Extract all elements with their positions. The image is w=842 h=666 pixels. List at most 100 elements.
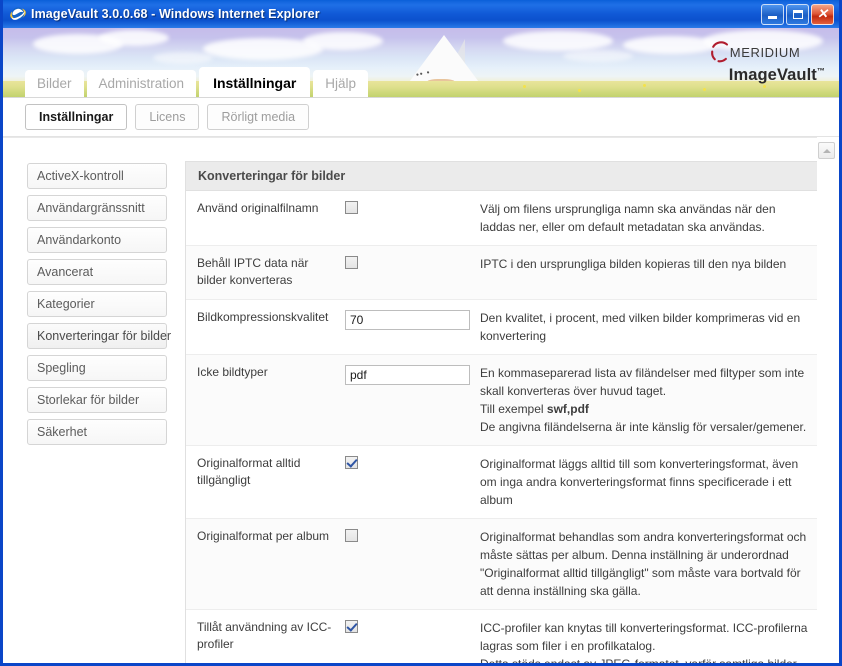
subtab-licens[interactable]: Licens — [135, 104, 200, 130]
setting-description: Den kvalitet, i procent, med vilken bild… — [476, 300, 818, 354]
subtab-rorligt-media[interactable]: Rörligt media — [207, 104, 310, 130]
setting-row: Tillåt användning av ICC-profiler ICC-pr… — [186, 609, 818, 666]
minimize-icon[interactable] — [761, 3, 784, 25]
sidebar-item-label: Användargränssnitt — [37, 201, 145, 215]
settings-content: Konverteringar för bilder Använd origina… — [175, 137, 839, 666]
setting-label: Använd originalfilnamn — [197, 201, 319, 215]
desc-line: Detta stöds endast av JPEG-formatet, var… — [480, 656, 797, 666]
main-navigation-tabs: Bilder Administration Inställningar Hjäl… — [25, 66, 369, 97]
checkbox-tillat-icc-profiler[interactable] — [345, 619, 358, 633]
tab-label: Bilder — [37, 76, 72, 92]
checkbox-behall-iptc-data[interactable] — [345, 256, 358, 269]
tab-installningar[interactable]: Inställningar — [199, 66, 311, 97]
setting-row: Behåll IPTC data när bilder konverteras … — [186, 246, 818, 300]
maximize-icon[interactable] — [786, 3, 809, 25]
setting-label: Icke bildtyper — [197, 364, 268, 379]
setting-row: Bildkompressionskvalitet Den kvalitet, i… — [186, 299, 818, 355]
sidebar-item-label: Kategorier — [37, 297, 95, 311]
title-bar: ImageVault 3.0.0.68 - Windows Internet E… — [3, 0, 839, 28]
close-icon[interactable]: ✕ — [811, 3, 834, 25]
setting-control — [341, 610, 476, 663]
content-top-divider — [3, 137, 817, 138]
checkbox-anvand-originalfilnamn[interactable] — [345, 201, 358, 214]
desc-line: ICC-profiler kan knytas till konverterin… — [480, 620, 808, 653]
setting-control — [341, 446, 476, 518]
setting-description: Välj om filens ursprungliga namn ska anv… — [476, 191, 818, 245]
trademark-symbol: ™ — [816, 66, 825, 76]
input-icke-bildtyper[interactable] — [345, 364, 470, 385]
page-body: ActiveX-kontroll Användargränssnitt Anvä… — [3, 137, 839, 666]
sidebar-item-anvandargranssnitt[interactable]: Användargränssnitt — [27, 195, 167, 221]
setting-row: Icke bildtyper En kommaseparerad lista a… — [186, 354, 818, 446]
desc-line: IPTC i den ursprungliga bilden kopieras … — [480, 257, 787, 271]
window-controls: ✕ — [761, 3, 834, 25]
setting-control — [341, 355, 476, 445]
sidebar-item-activex[interactable]: ActiveX-kontroll — [27, 163, 167, 189]
sidebar-item-anvandarkonto[interactable]: Användarkonto — [27, 227, 167, 253]
subtab-installningar[interactable]: Inställningar — [25, 104, 128, 130]
tab-label: Inställningar — [213, 74, 297, 91]
sidebar-item-sakerhet[interactable]: Säkerhet — [27, 419, 167, 445]
tab-label: Administration — [98, 76, 185, 92]
setting-description: Originalformat behandlas som andra konve… — [476, 519, 818, 609]
sidebar-item-label: Konverteringar för bilder — [37, 329, 172, 343]
setting-control — [341, 300, 476, 354]
browser-window: ImageVault 3.0.0.68 - Windows Internet E… — [0, 0, 842, 666]
brand-logo: MERIDIUM ImageVault™ — [707, 39, 825, 84]
setting-control — [341, 191, 476, 245]
setting-row: Använd originalfilnamn Välj om filens ur… — [186, 191, 818, 246]
setting-control — [341, 246, 476, 299]
setting-label: Tillåt användning av ICC-profiler — [197, 619, 332, 652]
setting-label: Bildkompressionskvalitet — [197, 309, 329, 324]
settings-sidebar: ActiveX-kontroll Användargränssnitt Anvä… — [3, 137, 175, 663]
sidebar-item-label: Spegling — [37, 361, 86, 375]
setting-label: Originalformat per album — [197, 528, 330, 543]
desc-line: Originalformat behandlas som andra konve… — [480, 529, 807, 598]
setting-row: Originalformat alltid tillgängligt Origi… — [186, 445, 818, 519]
setting-label: Originalformat alltid tillgängligt — [197, 455, 301, 488]
panel-title: Konverteringar för bilder — [186, 162, 818, 191]
meridium-c-mark-icon — [707, 39, 733, 65]
tab-administration[interactable]: Administration — [86, 70, 197, 97]
chevron-up-icon[interactable] — [818, 142, 835, 159]
site-banner: •• • MERIDIUM ImageVault™ Bilder Adminis… — [3, 28, 839, 98]
setting-description: IPTC i den ursprungliga bilden kopieras … — [476, 246, 818, 299]
sidebar-item-label: ActiveX-kontroll — [37, 169, 124, 183]
internet-explorer-icon — [9, 5, 27, 23]
sub-navigation-tabs: Inställningar Licens Rörligt media — [3, 98, 839, 137]
desc-line: Välj om filens ursprungliga namn ska anv… — [480, 202, 776, 234]
sidebar-item-avancerat[interactable]: Avancerat — [27, 259, 167, 285]
desc-line: De angivna filändelserna är inte känslig… — [480, 419, 807, 434]
sidebar-item-kategorier[interactable]: Kategorier — [27, 291, 167, 317]
brand-name-primary: MERIDIUM — [729, 44, 801, 60]
sidebar-item-label: Användarkonto — [37, 233, 122, 247]
desc-line: Originalformat läggs alltid till som kon… — [480, 456, 799, 507]
setting-description: Originalformat läggs alltid till som kon… — [476, 446, 818, 518]
setting-description: En kommaseparerad lista av filändelser m… — [476, 355, 818, 445]
sidebar-item-storlekar[interactable]: Storlekar för bilder — [27, 387, 167, 413]
settings-panel: Konverteringar för bilder Använd origina… — [185, 161, 819, 666]
input-bildkompressionskvalitet[interactable] — [345, 309, 470, 330]
checkbox-originalformat-alltid-tillgangligt[interactable] — [345, 455, 358, 469]
desc-line: Den kvalitet, i procent, med vilken bild… — [480, 310, 801, 343]
vertical-scroll-strip[interactable] — [817, 137, 839, 663]
sidebar-item-label: Säkerhet — [37, 425, 88, 439]
subtab-label: Licens — [149, 110, 186, 124]
sidebar-item-spegling[interactable]: Spegling — [27, 355, 167, 381]
checkbox-originalformat-per-album[interactable] — [345, 528, 358, 542]
window-title: ImageVault 3.0.0.68 - Windows Internet E… — [31, 7, 320, 21]
desc-line-html: Till exempel swf,pdf — [480, 401, 589, 416]
setting-row: Originalformat per album Originalformat … — [186, 518, 818, 610]
tab-hjalp[interactable]: Hjälp — [313, 70, 369, 97]
subtab-label: Inställningar — [39, 110, 114, 124]
setting-label: Behåll IPTC data när bilder konverteras — [197, 256, 309, 288]
desc-line: En kommaseparerad lista av filändelser m… — [480, 365, 805, 398]
tab-label: Hjälp — [325, 76, 357, 92]
sidebar-item-konverteringar[interactable]: Konverteringar för bilder — [27, 323, 171, 349]
sidebar-item-label: Avancerat — [37, 265, 94, 279]
setting-description: ICC-profiler kan knytas till konverterin… — [476, 610, 818, 666]
subtab-label: Rörligt media — [221, 110, 296, 124]
brand-name-secondary: ImageVault — [728, 66, 817, 84]
tab-bilder[interactable]: Bilder — [25, 70, 84, 97]
setting-control — [341, 519, 476, 609]
